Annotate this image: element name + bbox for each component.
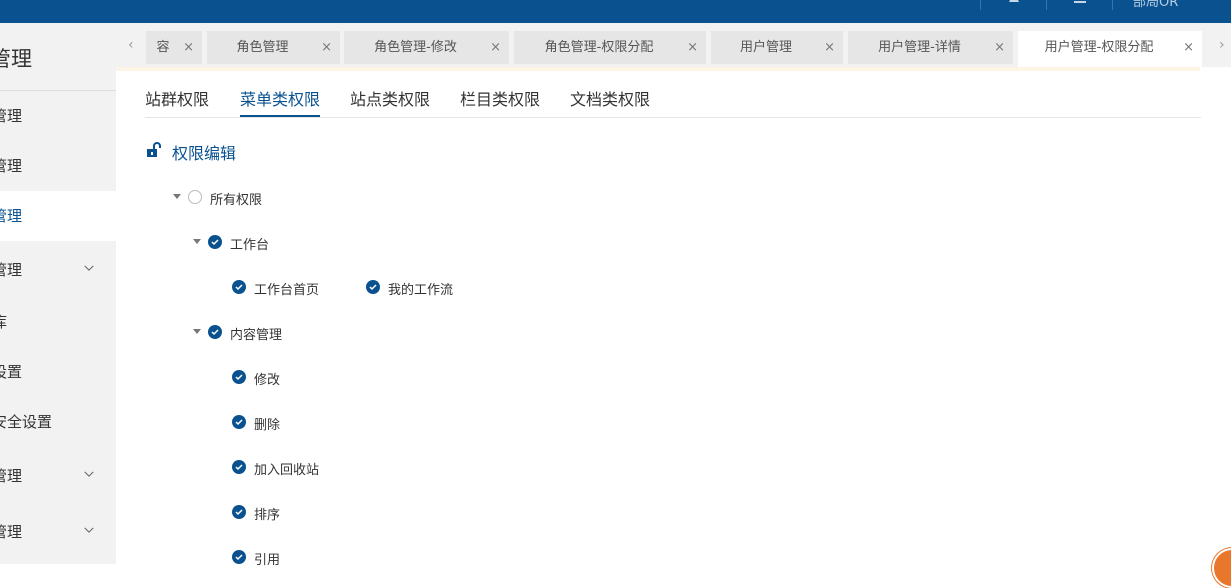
tree-node-label: 引用 (254, 553, 281, 568)
sidebar-item-label: 库 (0, 297, 7, 347)
chevron-down-icon (84, 527, 94, 533)
sidebar-title: 管理 (0, 47, 32, 71)
tree-node-label: 修改 (254, 373, 281, 388)
checkbox[interactable] (188, 190, 202, 204)
checkbox-checked[interactable] (232, 550, 246, 564)
tree-node[interactable]: 删除 (232, 412, 342, 433)
tree-node[interactable]: 加入回收站 (232, 457, 342, 478)
tab-content-strip (116, 67, 1200, 71)
tab-label: 角色管理 (236, 40, 289, 55)
checkbox-checked[interactable] (366, 280, 380, 294)
sidebar-item-label: 管理 (0, 107, 23, 125)
checkbox-checked[interactable] (232, 505, 246, 519)
close-icon[interactable]: × (183, 31, 194, 64)
tree-node[interactable]: 排序 (232, 502, 342, 523)
user-name[interactable]: 部局OR (1133, 0, 1178, 10)
tree-node-label: 工作台 (230, 238, 270, 253)
sidebar-item[interactable]: 管理 (0, 507, 116, 557)
sidebar-item-label: 管理 (0, 157, 23, 175)
sidebar-item-label: 管理 (0, 523, 23, 541)
tree-node[interactable]: 我的工作流 (366, 277, 476, 298)
topbar-divider (1112, 0, 1113, 10)
sidebar-item-label: 管理 (0, 467, 23, 485)
sidebar-item[interactable]: 管理 (0, 451, 116, 501)
tab-label: 角色管理-修改 (374, 40, 457, 55)
checkbox-checked[interactable] (232, 280, 246, 294)
caret-down-icon[interactable] (193, 329, 201, 334)
section-title: 权限编辑 (172, 144, 237, 163)
subtab-site-group[interactable]: 站群权限 (145, 86, 209, 117)
tree-node-label: 我的工作流 (388, 283, 454, 298)
tab[interactable]: 角色管理-修改 × (344, 31, 509, 64)
chevron-down-icon (84, 471, 94, 477)
checkbox-checked[interactable] (232, 460, 246, 474)
checkbox-checked[interactable] (208, 325, 222, 339)
subtab-menu[interactable]: 菜单类权限 (240, 86, 321, 117)
caret-down-icon[interactable] (173, 194, 181, 199)
tree-node-label: 内容管理 (230, 328, 283, 343)
tab[interactable]: 用户管理 × (711, 31, 843, 64)
sidebar-item[interactable]: 管理 (0, 91, 116, 141)
tab-scroll-right-icon[interactable]: › (1219, 37, 1225, 53)
close-icon[interactable]: × (1183, 31, 1194, 64)
top-bar: 部局OR (0, 0, 1231, 23)
topbar-divider (1046, 0, 1047, 10)
sidebar-item-label: 管理 (0, 261, 23, 279)
tab-bar: ‹ 容 × 角色管理 × 角色管理-修改 × 角色管理-权限分配 × 用户管理 … (116, 23, 1231, 67)
permission-type-tabs: 站群权限 菜单类权限 站点类权限 栏目类权限 文档类权限 (145, 86, 1201, 118)
close-icon[interactable]: × (321, 31, 332, 64)
tab-label: 用户管理-详情 (878, 40, 961, 55)
caret-down-icon[interactable] (193, 239, 201, 244)
sidebar-item[interactable]: 库 (0, 297, 116, 347)
subtab-column[interactable]: 栏目类权限 (460, 86, 540, 117)
menu-icon[interactable] (1071, 0, 1086, 6)
tree-node[interactable]: 工作台首页 (232, 277, 342, 298)
tree-node[interactable]: 内容管理 (193, 322, 313, 343)
sidebar-item-label: 安全设置 (0, 413, 53, 431)
close-icon[interactable]: × (824, 31, 835, 64)
chevron-down-icon (84, 265, 94, 271)
checkbox-checked[interactable] (232, 370, 246, 384)
checkbox-checked[interactable] (208, 235, 222, 249)
topbar-divider (980, 0, 981, 10)
close-icon[interactable]: × (994, 31, 1005, 64)
tab-active[interactable]: 用户管理-权限分配 × (1018, 31, 1202, 67)
close-icon[interactable]: × (490, 31, 501, 64)
tree-node[interactable]: 工作台 (193, 232, 313, 253)
sidebar: 管理 管理 管理 管理 管理 库 设置 安全设置 管理 管理 (0, 23, 116, 564)
tree-node[interactable]: 引用 (232, 547, 342, 568)
sidebar-item[interactable]: 管理 (0, 141, 116, 191)
sidebar-item[interactable]: 安全设置 (0, 397, 116, 447)
tree-node-label: 工作台首页 (254, 283, 320, 298)
unlock-icon (147, 142, 161, 157)
sidebar-item[interactable]: 设置 (0, 347, 116, 397)
floating-action-button[interactable] (1212, 548, 1231, 588)
tree-node-label: 排序 (254, 508, 281, 523)
close-icon[interactable]: × (687, 31, 698, 64)
sidebar-item-label: 设置 (0, 363, 23, 381)
tree-node-label: 所有权限 (210, 193, 263, 208)
sidebar-item-active[interactable]: 管理 (0, 191, 116, 241)
tab[interactable]: 容 × (146, 31, 202, 64)
sidebar-item-label: 管理 (0, 207, 23, 225)
subtab-site[interactable]: 站点类权限 (350, 86, 430, 117)
tab-label: 角色管理-权限分配 (544, 40, 654, 55)
tab[interactable]: 用户管理-详情 × (848, 31, 1013, 64)
tree-node-root[interactable]: 所有权限 (173, 187, 293, 208)
tab-label: 用户管理-权限分配 (1044, 40, 1154, 55)
checkbox-checked[interactable] (232, 415, 246, 429)
tree-node-label: 删除 (254, 418, 281, 433)
tab-scroll-left-icon[interactable]: ‹ (128, 37, 134, 53)
subtab-document[interactable]: 文档类权限 (570, 86, 650, 117)
sidebar-item[interactable]: 管理 (0, 245, 116, 295)
tree-node[interactable]: 修改 (232, 367, 342, 388)
tab-label: 用户管理 (739, 40, 792, 55)
tree-node-label: 加入回收站 (254, 463, 320, 478)
tab-label: 容 (156, 40, 170, 55)
bell-icon[interactable] (1007, 0, 1021, 6)
tab[interactable]: 角色管理-权限分配 × (514, 31, 706, 64)
tab[interactable]: 角色管理 × (207, 31, 340, 64)
